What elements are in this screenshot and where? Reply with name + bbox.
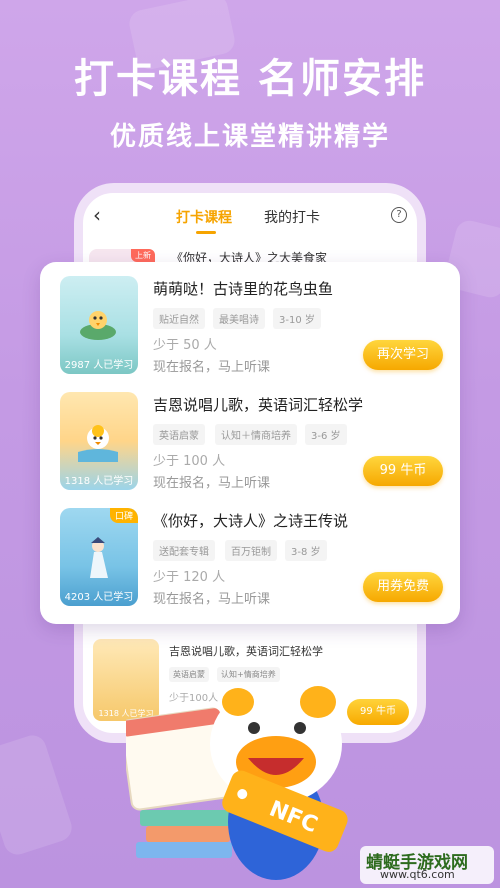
reputation-badge: 口碑 [109, 508, 138, 523]
bird-icon [80, 311, 116, 340]
course-tag: 英语启蒙 [153, 424, 205, 445]
subline: 优质线上课堂精讲精学 [109, 122, 390, 152]
seats-left: 少于 100 人 [153, 454, 226, 469]
poet-icon [90, 537, 108, 578]
course-tag: 贴近自然 [153, 308, 205, 329]
course-thumbnail: 2987 人已学习 [60, 276, 138, 374]
course-item[interactable]: 口碑 4203 人已学习 《你好，大诗人》之诗王传说 送配套专辑 百万钜制 3-… [40, 502, 460, 620]
course-tag: 认知＋情商培养 [215, 424, 297, 445]
headline: 打卡课程 名师安排 [74, 56, 426, 102]
signup-text: 现在报名，马上听课 [153, 360, 271, 375]
course-tag: 3-8 岁 [285, 540, 327, 561]
signup-text: 现在报名，马上听课 [153, 592, 271, 607]
tab-my-checkins[interactable]: 我的打卡 [264, 207, 320, 227]
free-with-coupon-button[interactable]: 用券免费 [363, 572, 443, 602]
course-tag: 送配套专辑 [153, 540, 215, 561]
course-item[interactable]: 1318 人已学习 吉恩说唱儿歌，英语词汇轻松学 英语启蒙 认知＋情商培养 3-… [40, 386, 460, 504]
learner-count: 1318 人已学习 [64, 476, 134, 487]
price-button[interactable]: 99 牛币 [363, 456, 443, 486]
phone-header: ‹ 打卡课程 我的打卡 ? [83, 193, 417, 239]
tab-underline [196, 231, 216, 234]
course-thumbnail: 1318 人已学习 [60, 392, 138, 490]
course-tag: 3-10 岁 [273, 308, 321, 329]
course-item[interactable]: 2987 人已学习 萌萌哒！古诗里的花鸟虫鱼 贴近自然 最美唱诗 3-10 岁 … [40, 270, 460, 388]
course-tag: 最美唱诗 [213, 308, 265, 329]
course-title: 《你好，大诗人》之诗王传说 [153, 512, 349, 530]
tab-checkin-courses[interactable]: 打卡课程 [176, 207, 232, 227]
new-badge: 上新 [131, 249, 155, 262]
course-tag: 3-6 岁 [305, 424, 347, 445]
study-again-button[interactable]: 再次学习 [363, 340, 443, 370]
watermark-url: www.qt6.com [380, 868, 455, 881]
mascot-illustration: NFC [126, 684, 348, 880]
course-title: 吉恩说唱儿歌，英语词汇轻松学 [153, 396, 364, 414]
course-list-card: 2987 人已学习 萌萌哒！古诗里的花鸟虫鱼 贴近自然 最美唱诗 3-10 岁 … [40, 262, 460, 624]
course-tag: 百万钜制 [225, 540, 277, 561]
back-icon[interactable]: ‹ [93, 203, 101, 227]
course-title: 吉恩说唱儿歌，英语词汇轻松学 [169, 645, 323, 658]
learner-count: 4203 人已学习 [64, 592, 134, 603]
course-thumbnail: 口碑 4203 人已学习 [60, 508, 138, 606]
seats-left: 少于 120 人 [153, 570, 226, 585]
signup-text: 现在报名，马上听课 [153, 476, 271, 491]
help-icon[interactable]: ? [391, 207, 407, 223]
duck-icon [78, 425, 118, 462]
learner-count: 2987 人已学习 [64, 360, 134, 371]
books-icon [136, 810, 232, 858]
seats-left: 少于 50 人 [153, 338, 217, 353]
course-title: 萌萌哒！古诗里的花鸟虫鱼 [153, 280, 334, 298]
